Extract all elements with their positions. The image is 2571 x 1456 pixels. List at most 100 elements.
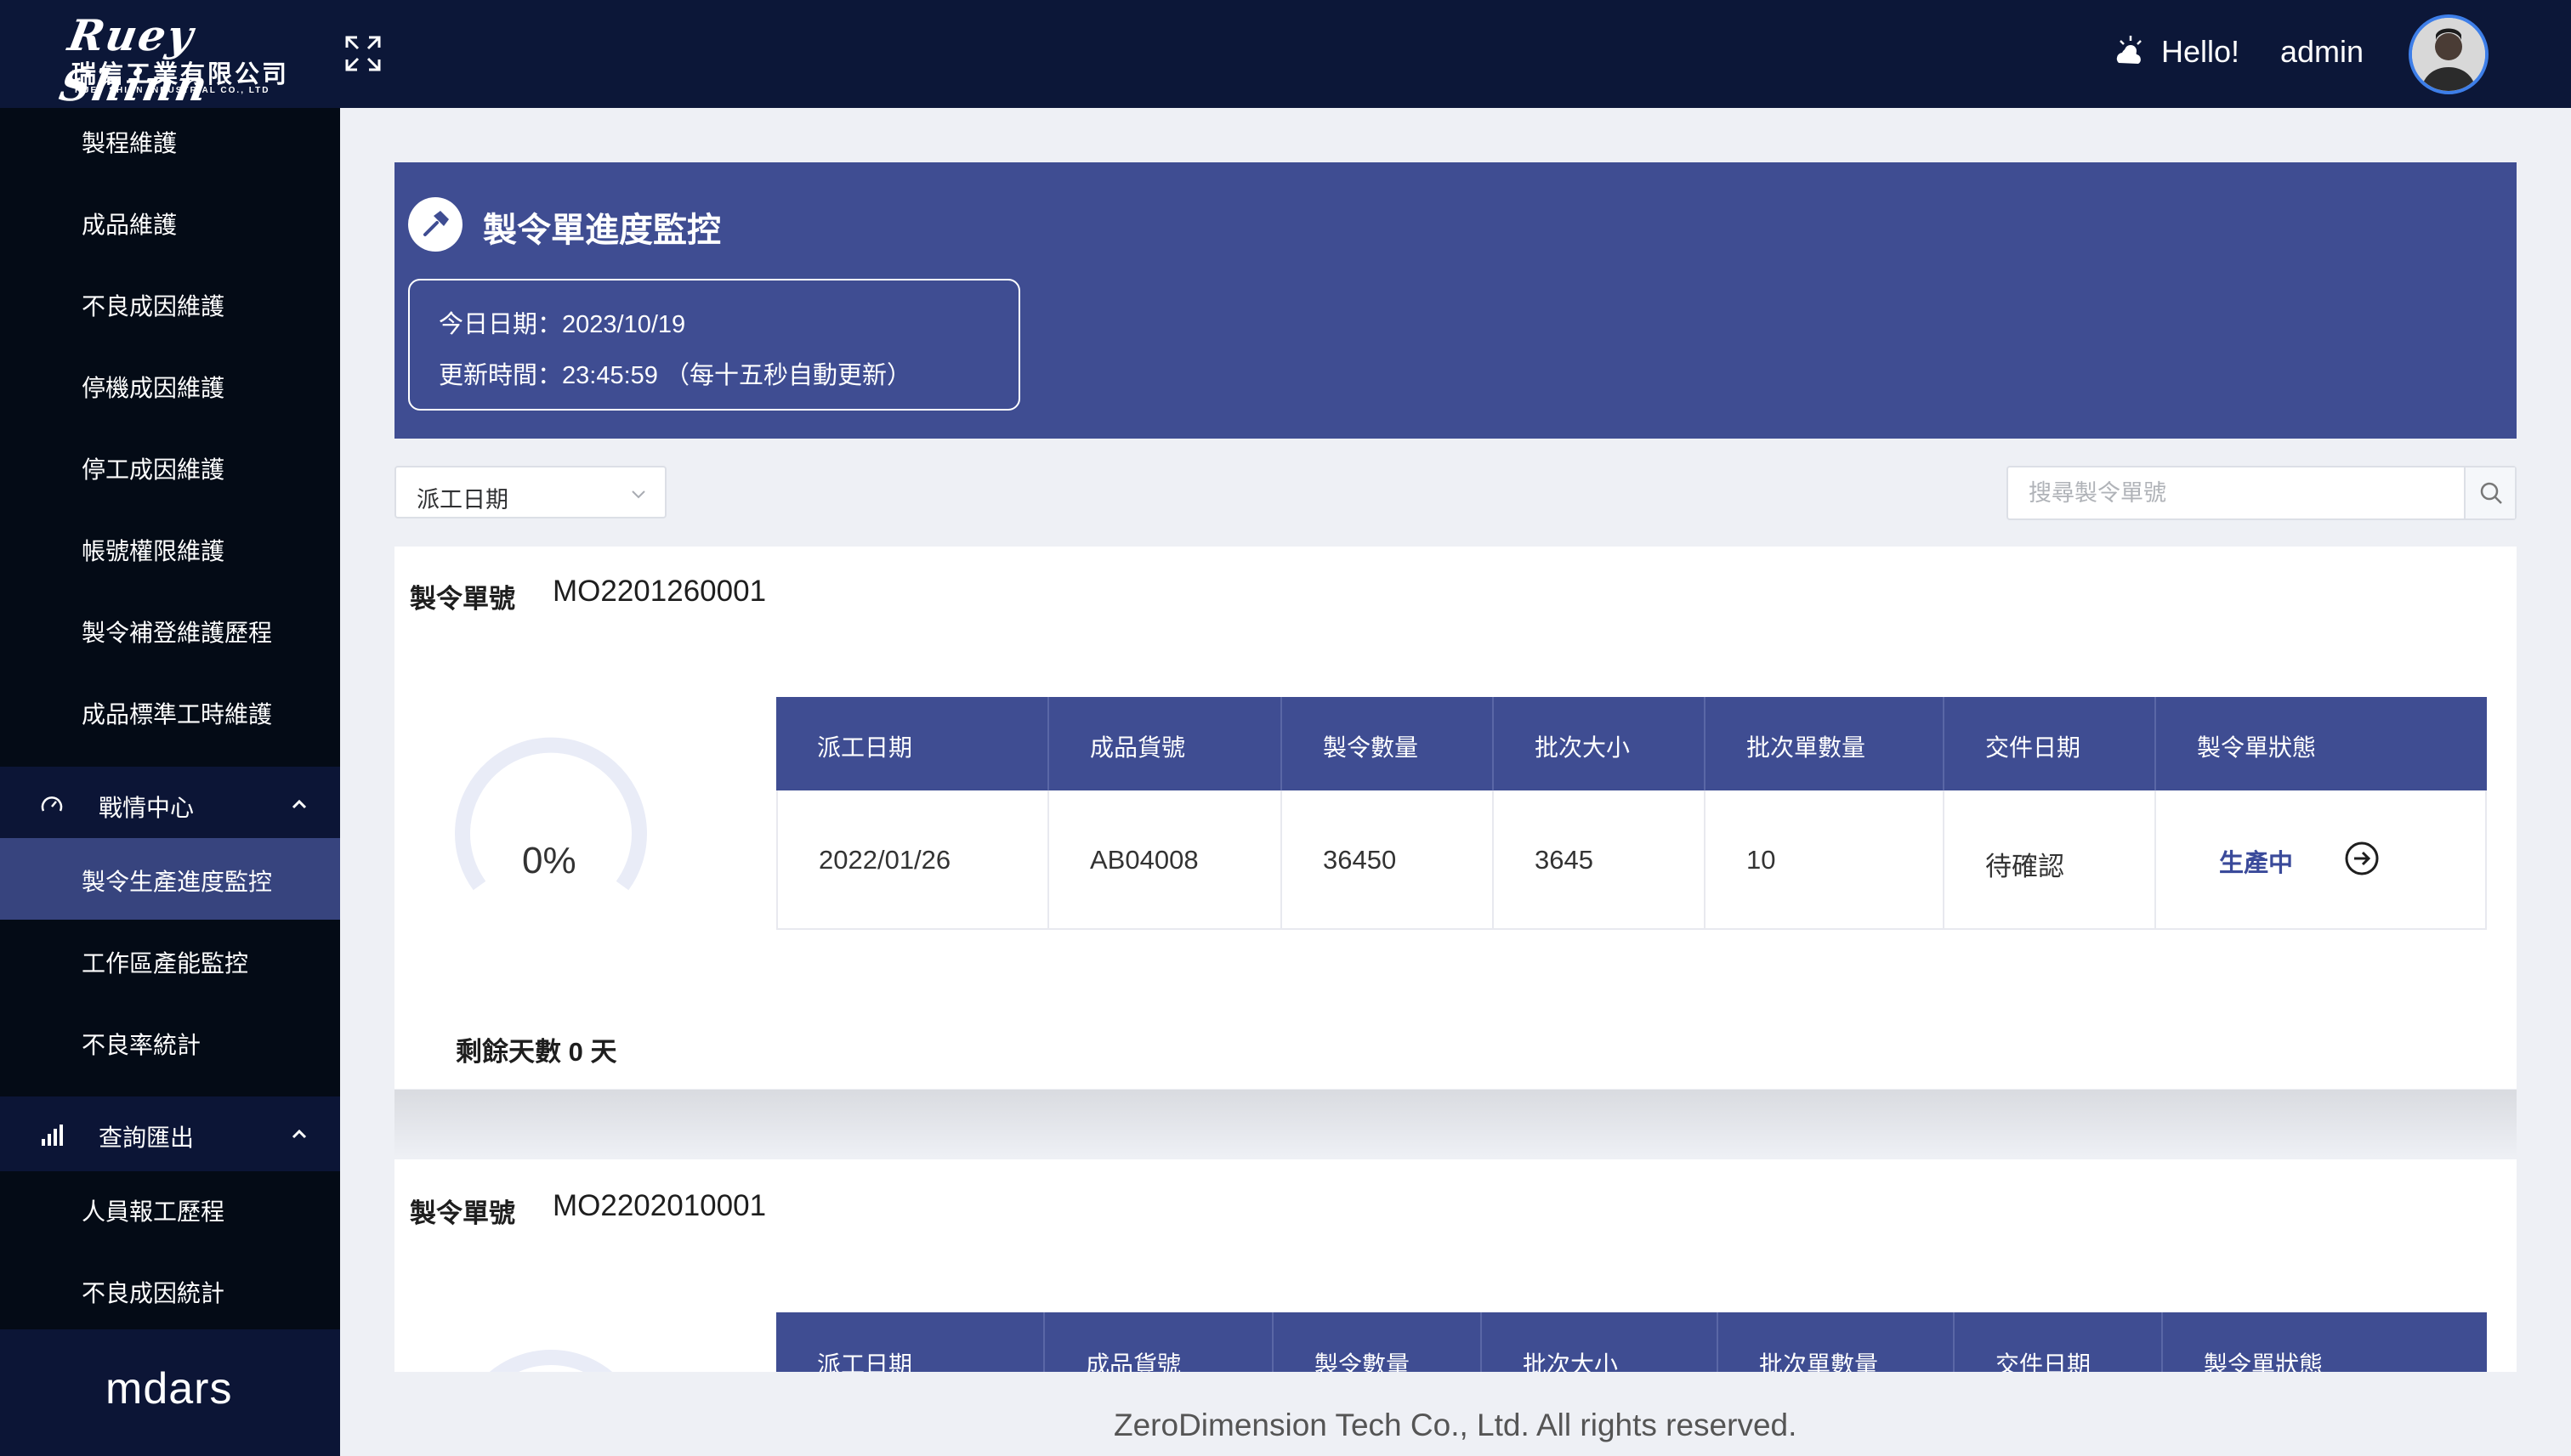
sidebar-item-order-supplement-history[interactable]: 製令補登維護歷程 xyxy=(0,589,340,671)
order-status-link[interactable]: 生產中 xyxy=(2219,843,2293,879)
sidebar-group-dashboard[interactable]: 戰情中心 xyxy=(0,767,340,841)
col-order-qty: 製令數量 xyxy=(1274,1312,1482,1378)
order-number: MO2201260001 xyxy=(553,575,767,608)
col-dispatch-date: 派工日期 xyxy=(776,1312,1045,1378)
sidebar-item-label: 不良成因維護 xyxy=(82,293,225,320)
card-divider-shadow xyxy=(394,1090,2517,1158)
order-number: MO2202010001 xyxy=(553,1189,767,1222)
order-number-label: 製令單號 xyxy=(410,1198,515,1228)
col-order-qty: 製令數量 xyxy=(1282,697,1494,790)
col-product-code: 成品貨號 xyxy=(1045,1312,1274,1378)
sidebar-item-label: 不良率統計 xyxy=(82,1032,201,1058)
sidebar-item-defect-cause[interactable]: 不良成因維護 xyxy=(0,263,340,344)
order-number-label: 製令單號 xyxy=(410,584,515,614)
sidebar-item-label: 帳號權限維護 xyxy=(82,538,225,564)
weather-sun-cloud-icon xyxy=(2116,36,2142,64)
cell-order-qty: 36450 xyxy=(1282,790,1494,930)
col-header-label: 批次大小 xyxy=(1535,734,1631,761)
update-time: 更新時間：23:45:59 （每十五秒自動更新） xyxy=(439,362,911,389)
col-header-label: 成品貨號 xyxy=(1090,734,1186,761)
cell-value: 10 xyxy=(1746,845,1776,875)
sort-select[interactable]: 派工日期 xyxy=(394,466,667,518)
progress-gauge xyxy=(489,1350,613,1372)
remaining-days: 剩餘天數 0 天 xyxy=(456,1037,617,1067)
bar-chart-icon xyxy=(42,1125,63,1146)
sidebar-item-label: 停工成因維護 xyxy=(82,456,225,483)
avatar-portrait-icon xyxy=(2412,18,2485,91)
chevron-up-icon xyxy=(292,799,307,809)
sidebar-item-label: 不良成因統計 xyxy=(82,1280,225,1306)
cell-value: 待確認 xyxy=(1985,852,2064,881)
sidebar-item-stoppage-cause[interactable]: 停工成因維護 xyxy=(0,426,340,507)
user-name[interactable]: admin xyxy=(2280,34,2364,70)
hammer-icon xyxy=(423,211,449,236)
cell-value: AB04008 xyxy=(1090,845,1199,875)
search-box xyxy=(2006,466,2517,520)
sidebar-item-defect-cause-stats[interactable]: 不良成因統計 xyxy=(0,1249,340,1331)
sidebar-item-label: 人員報工歷程 xyxy=(82,1198,225,1225)
logo-chinese-name: 瑞信工業有限公司 xyxy=(71,59,290,88)
sidebar-group-label: 戰情中心 xyxy=(99,795,195,821)
arrow-right-circle-icon[interactable] xyxy=(2343,840,2381,877)
sidebar-item-workarea-capacity[interactable]: 工作區產能監控 xyxy=(0,920,340,1001)
sidebar-item-label: 成品維護 xyxy=(82,212,178,238)
gauge-icon xyxy=(41,796,63,812)
sidebar-item-downtime-cause[interactable]: 停機成因維護 xyxy=(0,344,340,426)
sidebar-item-order-progress-monitor[interactable]: 製令生產進度監控 xyxy=(0,838,340,920)
sidebar-item-product[interactable]: 成品維護 xyxy=(0,181,340,263)
col-order-status: 製令單狀態 xyxy=(2163,1312,2487,1378)
col-header-label: 批次單數量 xyxy=(1746,734,1866,761)
hammer-icon-circle xyxy=(408,197,463,252)
brand-logo: mdars xyxy=(105,1364,233,1414)
chevron-down-icon xyxy=(632,490,645,499)
search-icon xyxy=(2480,482,2502,504)
search-button[interactable] xyxy=(2464,467,2515,518)
cell-batch-count: 10 xyxy=(1705,790,1944,930)
fullscreen-expand-icon[interactable] xyxy=(343,34,383,73)
sidebar-item-process[interactable]: 製程維護 xyxy=(0,99,340,181)
col-header-label: 派工日期 xyxy=(817,734,913,761)
cell-delivery-date: 待確認 xyxy=(1944,790,2156,930)
col-header-label: 製令單狀態 xyxy=(2197,734,2317,761)
cell-dispatch-date: 2022/01/26 xyxy=(776,790,1049,930)
cell-value: 2022/01/26 xyxy=(819,845,951,875)
progress-percent: 0% xyxy=(522,840,576,881)
sidebar-group-query-export[interactable]: 查詢匯出 xyxy=(0,1096,340,1171)
chevron-up-icon xyxy=(292,1129,307,1139)
avatar[interactable] xyxy=(2409,14,2489,94)
col-delivery-date: 交件日期 xyxy=(1944,697,2156,790)
sidebar-item-label: 工作區產能監控 xyxy=(82,950,249,977)
cell-batch-size: 3645 xyxy=(1494,790,1705,930)
greeting-text: Hello! xyxy=(2161,34,2240,69)
sidebar-item-label: 製程維護 xyxy=(82,130,178,156)
sidebar-item-staff-report-history[interactable]: 人員報工歷程 xyxy=(0,1168,340,1249)
col-header-label: 交件日期 xyxy=(1985,734,2081,761)
col-header-label: 製令數量 xyxy=(1323,734,1419,761)
cell-order-status xyxy=(2156,790,2487,930)
sidebar-item-standard-hours[interactable]: 成品標準工時維護 xyxy=(0,671,340,752)
sidebar-item-label: 停機成因維護 xyxy=(82,375,225,401)
sidebar-item-defect-rate[interactable]: 不良率統計 xyxy=(0,1001,340,1083)
col-product-code: 成品貨號 xyxy=(1049,697,1282,790)
col-order-status: 製令單狀態 xyxy=(2156,697,2487,790)
col-batch-size: 批次大小 xyxy=(1482,1312,1718,1378)
cell-value: 3645 xyxy=(1535,845,1593,875)
today-date: 今日日期：2023/10/19 xyxy=(439,311,686,338)
col-batch-count: 批次單數量 xyxy=(1718,1312,1955,1378)
sidebar-item-label: 製令補登維護歷程 xyxy=(82,620,273,646)
sidebar-item-label: 製令生產進度監控 xyxy=(82,869,273,895)
col-batch-size: 批次大小 xyxy=(1494,697,1705,790)
sidebar-item-label: 成品標準工時維護 xyxy=(82,701,273,728)
sidebar-group-label: 查詢匯出 xyxy=(99,1125,195,1151)
sort-select-value: 派工日期 xyxy=(417,487,508,513)
page-title: 製令單進度監控 xyxy=(483,212,721,249)
sidebar-item-account-permissions[interactable]: 帳號權限維護 xyxy=(0,507,340,589)
cell-product-code: AB04008 xyxy=(1049,790,1282,930)
copyright-text: ZeroDimension Tech Co., Ltd. All rights … xyxy=(1114,1408,1797,1442)
col-batch-count: 批次單數量 xyxy=(1705,697,1944,790)
cell-value: 36450 xyxy=(1323,845,1397,875)
col-delivery-date: 交件日期 xyxy=(1955,1312,2163,1378)
logo-english-name: RUEY SHINN INDUSTRIAL CO., LTD xyxy=(75,86,270,95)
search-input[interactable] xyxy=(2008,467,2464,518)
company-logo[interactable]: Ruey Shinn 瑞信工業有限公司 RUEY SHINN INDUSTRIA… xyxy=(51,10,290,110)
